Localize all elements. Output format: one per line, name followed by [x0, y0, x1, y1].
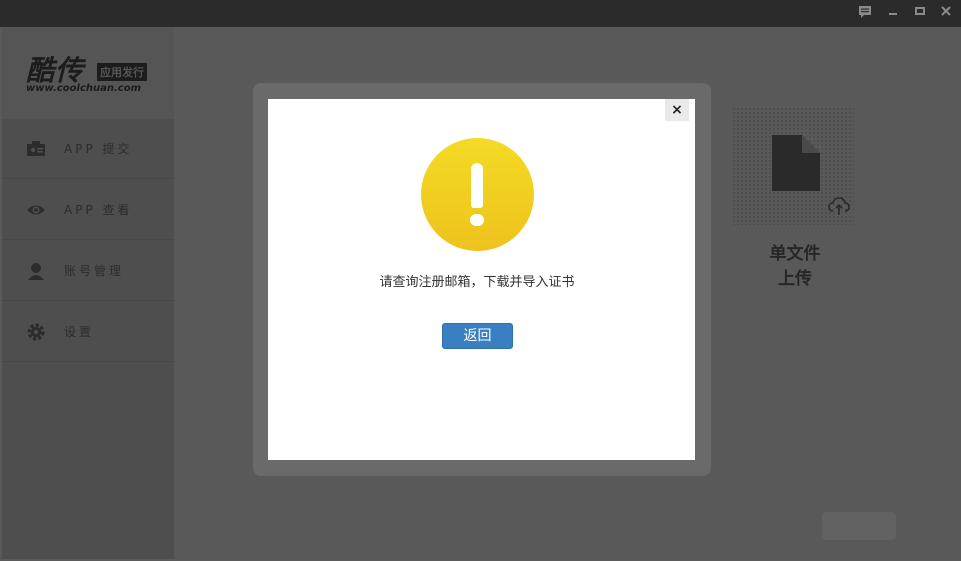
bottom-action-button[interactable]	[822, 512, 896, 540]
eye-icon	[26, 200, 46, 220]
warning-icon	[421, 138, 534, 251]
upload-title-line2: 上传	[778, 269, 812, 289]
brand-url: www.coolchuan.com	[26, 83, 142, 94]
sidebar-item-account[interactable]: 账号管理	[2, 241, 174, 301]
sidebar-item-label: 设置	[64, 325, 95, 339]
sidebar: 酷传 应用发行 www.coolchuan.com APP 提交 APP 查看 …	[2, 27, 174, 559]
gear-icon	[26, 322, 46, 342]
brand-logo: 酷传 应用发行 www.coolchuan.com	[2, 27, 174, 119]
brand-tagline: 应用发行	[97, 63, 147, 81]
back-button[interactable]: 返回	[442, 323, 513, 349]
sidebar-item-settings[interactable]: 设置	[2, 302, 174, 362]
single-file-upload[interactable]	[732, 107, 854, 225]
dialog-close-button[interactable]: ×	[665, 99, 689, 121]
user-icon	[26, 261, 46, 281]
minimize-icon[interactable]	[884, 5, 902, 23]
warning-icon-bar	[471, 163, 483, 208]
dialog-message: 请查询注册邮箱，下载并导入证书	[379, 275, 575, 290]
sidebar-item-label: APP 提交	[64, 142, 133, 156]
upload-title-line1: 单文件	[769, 244, 821, 264]
warning-icon-dot	[470, 214, 484, 226]
close-icon[interactable]	[937, 5, 955, 23]
maximize-icon[interactable]	[911, 5, 929, 23]
title-bar	[0, 0, 961, 27]
sidebar-item-label: APP 查看	[64, 203, 133, 217]
feedback-icon[interactable]	[856, 5, 874, 23]
file-icon	[772, 135, 820, 191]
id-card-icon	[26, 139, 46, 159]
sidebar-item-app-submit[interactable]: APP 提交	[2, 119, 174, 179]
sidebar-item-label: 账号管理	[64, 264, 125, 278]
alert-dialog: × 请查询注册邮箱，下载并导入证书 返回	[268, 99, 695, 460]
sidebar-item-app-view[interactable]: APP 查看	[2, 180, 174, 240]
cloud-upload-icon	[828, 195, 850, 217]
upload-title: 单文件 上传	[732, 242, 858, 292]
